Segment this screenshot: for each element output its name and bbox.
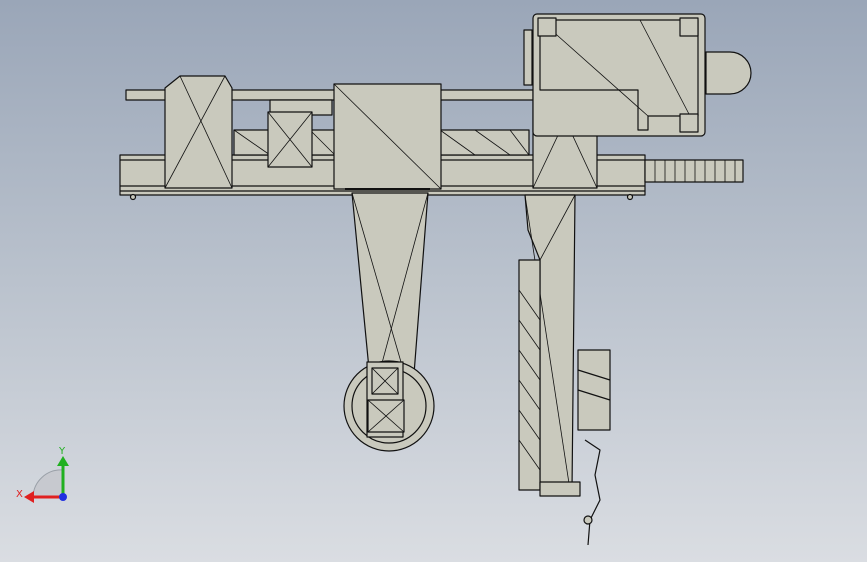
triad-origin-marker xyxy=(32,469,64,498)
graphics-viewport[interactable]: Y X xyxy=(0,0,867,562)
coordinate-triad: Y X xyxy=(16,446,69,503)
x-axis-label: X xyxy=(16,489,23,500)
y-axis-label: Y xyxy=(58,446,66,457)
z-axis-dot xyxy=(59,493,67,501)
